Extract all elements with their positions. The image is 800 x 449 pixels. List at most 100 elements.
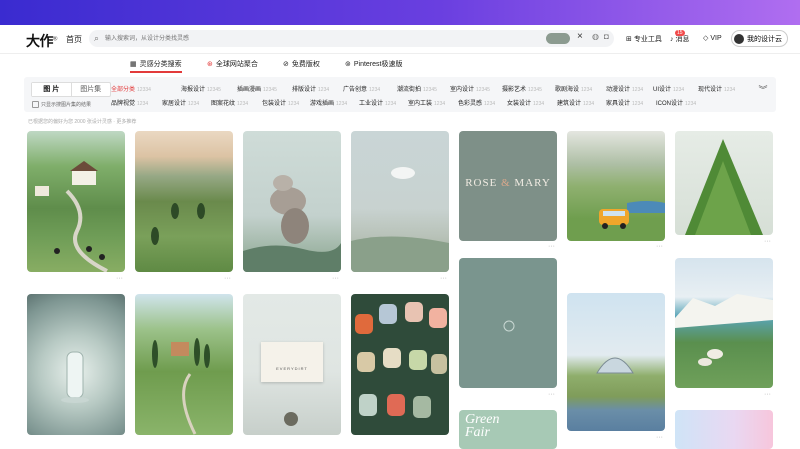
filter-category[interactable]: 女装设计 1234 <box>507 98 544 107</box>
pro-tools-link[interactable]: ⊞ 专业工具 <box>626 34 662 44</box>
nav-home-link[interactable]: 首页 <box>66 34 82 45</box>
filter-category[interactable]: 室内设计 12345 <box>450 84 490 93</box>
filter-category[interactable]: ICON设计 1234 <box>656 98 696 107</box>
filter-category-count: 1234 <box>724 87 736 93</box>
tab-inspiration-search[interactable]: ▦ 灵感分类搜索 <box>130 59 182 73</box>
filter-category[interactable]: 广告创意 1234 <box>343 84 380 93</box>
image-card-dome[interactable] <box>567 293 665 431</box>
filter-category[interactable]: 全部分类 12334 <box>111 84 151 93</box>
search-input[interactable] <box>103 32 407 46</box>
my-design-cloud-button[interactable]: 我的设计云 <box>731 30 788 47</box>
segment-collections[interactable]: 图片集 <box>72 83 111 96</box>
filter-category-count: 1234 <box>673 87 685 93</box>
everydirt-label: EVERYDIRT <box>276 366 308 371</box>
filter-category[interactable]: UI设计 1234 <box>653 84 684 93</box>
filter-category-count: 12345 <box>476 87 490 93</box>
image-card-hills[interactable] <box>135 131 233 272</box>
card-menu-icon[interactable]: ··· <box>764 391 771 398</box>
filter-category[interactable]: 歌剧海设 1234 <box>555 84 592 93</box>
image-card-cloud[interactable] <box>351 131 449 272</box>
filter-category-count: 1234 <box>137 101 149 107</box>
filter-category[interactable]: 工业设计 1234 <box>359 98 396 107</box>
filter-category[interactable]: 游戏插画 1234 <box>310 98 347 107</box>
card-menu-icon[interactable]: ··· <box>440 275 447 282</box>
search-toggle[interactable] <box>546 33 570 44</box>
filter-category-label: 色彩灵感 <box>458 101 483 107</box>
filter-category[interactable]: 海报设计 12345 <box>181 84 221 93</box>
filter-category[interactable]: 室内工装 1234 <box>408 98 445 107</box>
vip-link[interactable]: ◇ VIP <box>703 34 722 43</box>
messages-link[interactable]: ♪ 15 消息 <box>670 29 690 44</box>
filter-category-count: 1234 <box>484 101 496 107</box>
card-menu-icon[interactable]: ··· <box>656 434 663 441</box>
clear-icon[interactable]: × <box>577 31 583 42</box>
tab-global-sites[interactable]: ⊛ 全球网站聚合 <box>207 59 258 69</box>
card-menu-icon[interactable]: ··· <box>548 391 555 398</box>
filter-category[interactable]: 排版设计 1234 <box>292 84 329 93</box>
image-card-vertical-farm[interactable] <box>675 131 773 235</box>
filter-category-label: UI设计 <box>653 87 672 93</box>
filter-category[interactable]: 家居设计 1234 <box>162 98 199 107</box>
filter-category[interactable]: 色彩灵感 1234 <box>458 98 495 107</box>
expand-filters-icon[interactable]: ︾ <box>756 83 770 97</box>
card-menu-icon[interactable]: ··· <box>656 243 663 250</box>
image-card-everydirt[interactable]: EVERYDIRT <box>243 294 341 435</box>
filter-category-label: ICON设计 <box>656 101 684 107</box>
filter-category-label: 动漫设计 <box>606 87 631 93</box>
filter-category-count: 1234 <box>336 101 348 107</box>
image-card-sage[interactable] <box>459 258 557 388</box>
filter-category-count: 12345 <box>528 87 542 93</box>
image-card-gradient[interactable] <box>675 410 773 449</box>
image-card-van[interactable] <box>567 131 665 241</box>
image-card-farm[interactable] <box>27 131 125 272</box>
image-card-green-fair[interactable]: Green Fair <box>459 410 557 449</box>
filter-category-label: 女装设计 <box>507 101 532 107</box>
filter-category[interactable]: 图案花纹 1234 <box>211 98 248 107</box>
filter-category[interactable]: 品牌视觉 1234 <box>111 98 148 107</box>
image-card-swatches[interactable] <box>351 294 449 435</box>
filter-category[interactable]: 现代设计 1234 <box>698 84 735 93</box>
filter-category[interactable]: 潮流街拍 12345 <box>397 84 437 93</box>
card-menu-icon[interactable]: ··· <box>224 275 231 282</box>
top-gradient-banner <box>0 0 800 25</box>
filter-category-label: 建筑设计 <box>557 101 582 107</box>
crystal-illustration <box>61 351 89 403</box>
card-menu-icon[interactable]: ··· <box>116 275 123 282</box>
tab-free-copyright[interactable]: ⊘ 免费版权 <box>283 59 320 69</box>
cliffs-illustration <box>675 294 773 366</box>
image-card-tuscany[interactable] <box>135 294 233 435</box>
checkbox-icon <box>32 101 39 108</box>
search-icon: ⌕ <box>94 33 100 43</box>
image-card-crystal[interactable] <box>27 294 125 435</box>
result-type-segment: 图 片 图片集 <box>31 82 111 97</box>
filter-category[interactable]: 包装设计 1234 <box>262 98 299 107</box>
filter-category[interactable]: 摄影艺术 12345 <box>502 84 542 93</box>
filter-category-label: 品牌视觉 <box>111 101 136 107</box>
card-menu-icon[interactable]: ··· <box>764 238 771 245</box>
filter-category-count: 1234 <box>237 101 249 107</box>
card-menu-icon[interactable]: ··· <box>548 243 555 250</box>
image-card-cliffs[interactable] <box>675 258 773 388</box>
chat-icon[interactable]: ◍ <box>592 32 599 41</box>
filter-category-count: 1234 <box>632 87 644 93</box>
tools-icon: ⊞ <box>626 36 632 43</box>
filter-category-label: 室内设计 <box>450 87 475 93</box>
camera-icon[interactable]: ◘ <box>604 32 609 41</box>
swatches-illustration <box>355 302 447 418</box>
logo-badge <box>284 412 298 426</box>
filter-category[interactable]: 动漫设计 1234 <box>606 84 643 93</box>
filter-category[interactable]: 插画漫画 12345 <box>237 84 277 93</box>
collections-only-checkbox[interactable]: 只显示搜图片集的结果 <box>32 101 91 108</box>
tab-pinterest[interactable]: ⊚ Pinterest极速版 <box>345 59 403 69</box>
image-card-rose-mary[interactable]: ROSE & MARY <box>459 131 557 241</box>
messages-badge: 15 <box>675 29 685 36</box>
filter-category-count: 1234 <box>385 101 397 107</box>
filter-category-label: 家具设计 <box>606 101 631 107</box>
site-logo[interactable]: 大作® <box>26 31 57 51</box>
filter-category-count: 1234 <box>632 101 644 107</box>
filter-category[interactable]: 建筑设计 1234 <box>557 98 594 107</box>
filter-category[interactable]: 家具设计 1234 <box>606 98 643 107</box>
card-menu-icon[interactable]: ··· <box>332 275 339 282</box>
segment-images[interactable]: 图 片 <box>32 83 72 96</box>
image-card-smoke[interactable] <box>243 131 341 272</box>
